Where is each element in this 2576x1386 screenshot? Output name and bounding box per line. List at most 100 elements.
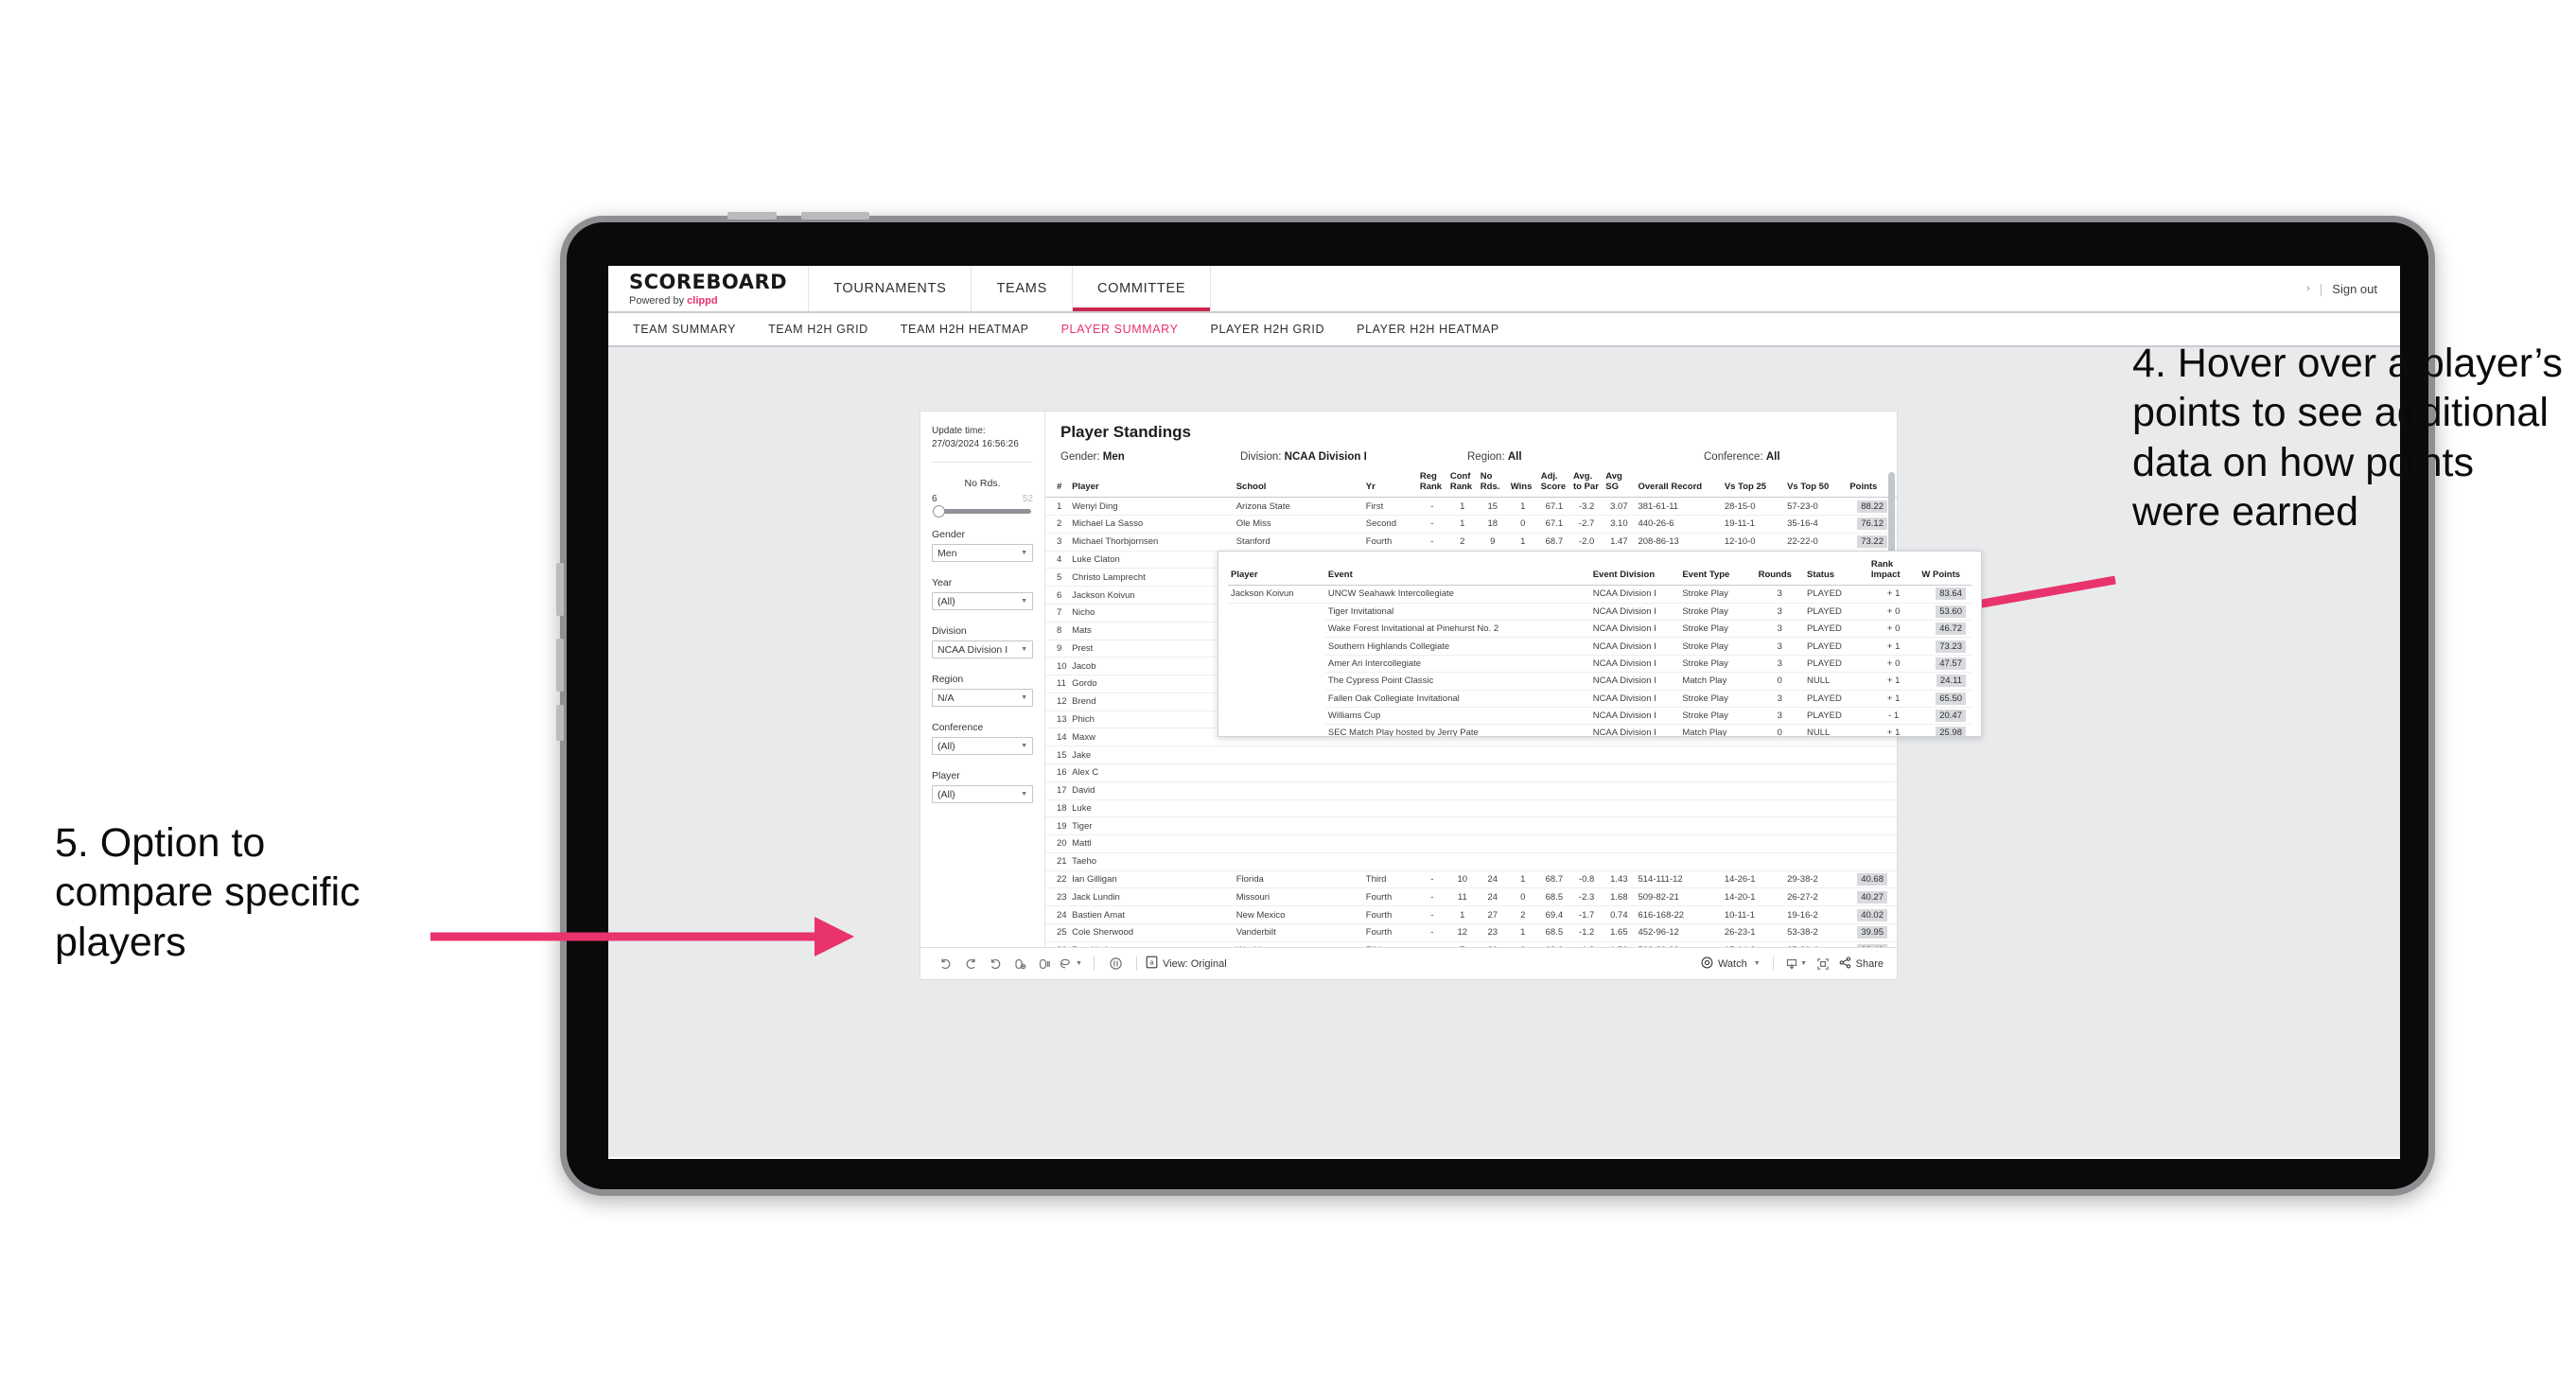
tip-cell-w-points: 24.11 — [1919, 672, 1971, 691]
tip-cell-event: Tiger Invitational — [1324, 603, 1590, 622]
tip-col-status: Status — [1804, 558, 1868, 587]
tip-cell-event-type: Match Play — [1679, 724, 1756, 736]
w-points-value: 24.11 — [1936, 675, 1966, 688]
tooltip-row: Southern Highlands Collegiate NCAA Divisi… — [1228, 637, 1971, 656]
tip-cell-w-points: 65.50 — [1919, 690, 1971, 708]
tip-cell-status: PLAYED — [1804, 707, 1868, 726]
tip-cell-event-type: Stroke Play — [1679, 620, 1756, 639]
points-breakdown-tooltip: Player Event Event Division Event Type R… — [1218, 551, 1982, 737]
w-points-value: 73.23 — [1936, 640, 1966, 653]
tip-cell-w-points: 53.60 — [1919, 603, 1971, 622]
tip-cell-rank-impact: + 1 — [1867, 585, 1919, 604]
tip-cell-player — [1228, 603, 1325, 620]
tooltip-row: Amer Ari Intercollegiate NCAA Division IS… — [1228, 655, 1971, 674]
tip-cell-status: PLAYED — [1804, 690, 1868, 708]
tip-cell-w-points: 20.47 — [1919, 707, 1971, 726]
tip-cell-rank-impact: + 0 — [1867, 603, 1919, 622]
tip-cell-event-type: Stroke Play — [1679, 690, 1756, 708]
tip-col-event: Event — [1324, 558, 1590, 587]
tip-cell-event: The Cypress Point Classic — [1324, 672, 1590, 691]
tip-cell-event-type: Stroke Play — [1679, 707, 1756, 726]
tooltip-row: Fallen Oak Collegiate Invitational NCAA D… — [1228, 690, 1971, 708]
tip-cell-status: NULL — [1804, 724, 1868, 736]
tip-cell-event-type: Stroke Play — [1679, 637, 1756, 656]
tooltip-row: Tiger Invitational NCAA Division I Stroke … — [1228, 603, 1971, 622]
tip-cell-player — [1228, 673, 1325, 690]
tip-col-rank-impact: Rank Impact — [1867, 558, 1919, 587]
tip-cell-event: Southern Highlands Collegiate — [1324, 637, 1590, 656]
tip-cell-rounds: 0 — [1755, 672, 1805, 691]
tip-cell-rounds: 3 — [1755, 585, 1805, 604]
tip-cell-player — [1228, 707, 1325, 724]
tooltip-table-body: Jackson Koivun UNCW Seahawk Intercollegia… — [1228, 585, 1971, 736]
tip-col-rounds: Rounds — [1755, 558, 1805, 587]
tip-cell-event-type: Stroke Play — [1679, 603, 1756, 622]
tip-cell-rank-impact: + 1 — [1867, 637, 1919, 656]
tip-cell-w-points: 46.72 — [1919, 620, 1971, 639]
tooltip-row: The Cypress Point Classic NCAA Division I… — [1228, 672, 1971, 691]
tip-cell-w-points: 47.57 — [1919, 655, 1971, 674]
tip-cell-event-division: NCAA Division I — [1589, 655, 1680, 674]
tip-cell-w-points: 73.23 — [1919, 637, 1971, 656]
slide-canvas: SCOREBOARD Powered by clippd TOURNAMENTS… — [0, 0, 2576, 1386]
tip-cell-event-division: NCAA Division I — [1589, 724, 1680, 736]
tip-cell-rounds: 0 — [1755, 724, 1805, 736]
tip-cell-player — [1228, 638, 1325, 655]
tip-cell-status: PLAYED — [1804, 585, 1868, 604]
points-breakdown-table: Player Event Event Division Event Type R… — [1228, 558, 1971, 736]
tip-cell-event: UNCW Seahawk Intercollegiate — [1324, 585, 1590, 604]
w-points-value: 47.57 — [1936, 657, 1966, 670]
tip-cell-player: Jackson Koivun — [1228, 585, 1325, 604]
tip-cell-w-points: 83.64 — [1919, 585, 1971, 604]
tip-cell-event-division: NCAA Division I — [1589, 603, 1680, 622]
tip-cell-event: Williams Cup — [1324, 707, 1590, 726]
tip-cell-status: PLAYED — [1804, 620, 1868, 639]
tip-cell-event-division: NCAA Division I — [1589, 585, 1680, 604]
tooltip-table-head: Player Event Event Division Event Type R… — [1228, 558, 1971, 587]
tip-cell-event: SEC Match Play hosted by Jerry Pate — [1324, 724, 1590, 736]
tip-cell-rounds: 3 — [1755, 655, 1805, 674]
tip-cell-event-type: Stroke Play — [1679, 585, 1756, 604]
tip-cell-player — [1228, 655, 1325, 672]
tip-cell-event-type: Stroke Play — [1679, 655, 1756, 674]
tip-cell-player — [1228, 725, 1325, 736]
tip-cell-event: Amer Ari Intercollegiate — [1324, 655, 1590, 674]
w-points-value: 25.98 — [1936, 727, 1966, 736]
tip-cell-rank-impact: + 1 — [1867, 690, 1919, 708]
tip-cell-event: Fallen Oak Collegiate Invitational — [1324, 690, 1590, 708]
tip-col-w-points: W Points — [1919, 558, 1971, 587]
w-points-value: 65.50 — [1936, 692, 1966, 705]
tip-cell-rounds: 3 — [1755, 637, 1805, 656]
tip-cell-rounds: 3 — [1755, 690, 1805, 708]
tip-col-event-division: Event Division — [1589, 558, 1680, 587]
tip-cell-player — [1228, 690, 1325, 707]
tip-cell-status: NULL — [1804, 672, 1868, 691]
tip-cell-rank-impact: + 1 — [1867, 724, 1919, 736]
tip-cell-w-points: 25.98 — [1919, 724, 1971, 736]
tip-cell-rank-impact: + 0 — [1867, 655, 1919, 674]
tip-cell-status: PLAYED — [1804, 637, 1868, 656]
tip-cell-rank-impact: - 1 — [1867, 707, 1919, 726]
tip-cell-rank-impact: + 0 — [1867, 620, 1919, 639]
tip-cell-player — [1228, 621, 1325, 638]
tooltip-row: SEC Match Play hosted by Jerry Pate NCAA … — [1228, 724, 1971, 736]
tooltip-row: Jackson Koivun UNCW Seahawk Intercollegia… — [1228, 585, 1971, 604]
tip-cell-event-division: NCAA Division I — [1589, 637, 1680, 656]
tooltip-header-row: Player Event Event Division Event Type R… — [1228, 558, 1971, 587]
tip-cell-status: PLAYED — [1804, 655, 1868, 674]
w-points-value: 20.47 — [1936, 710, 1966, 723]
tip-cell-event-division: NCAA Division I — [1589, 707, 1680, 726]
w-points-value: 46.72 — [1936, 623, 1966, 636]
w-points-value: 83.64 — [1936, 588, 1966, 601]
tooltip-row: Wake Forest Invitational at Pinehurst No… — [1228, 620, 1971, 639]
tip-cell-rank-impact: + 1 — [1867, 672, 1919, 691]
tip-cell-event-division: NCAA Division I — [1589, 690, 1680, 708]
tip-cell-event-type: Match Play — [1679, 672, 1756, 691]
tip-col-event-type: Event Type — [1679, 558, 1756, 587]
tip-cell-rounds: 3 — [1755, 620, 1805, 639]
tooltip-row: Williams Cup NCAA Division I Stroke Play 3 P… — [1228, 707, 1971, 726]
tip-col-player: Player — [1228, 558, 1325, 587]
tip-cell-event-division: NCAA Division I — [1589, 620, 1680, 639]
tip-cell-event: Wake Forest Invitational at Pinehurst No… — [1324, 620, 1590, 639]
arrow-to-player-filter — [430, 917, 854, 956]
